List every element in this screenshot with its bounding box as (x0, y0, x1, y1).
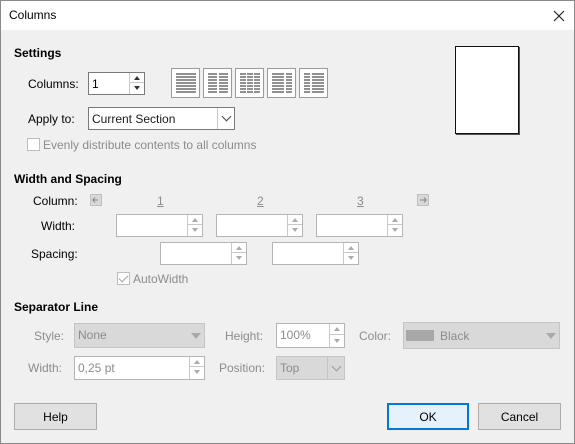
width-column-3-spinner[interactable] (316, 214, 403, 237)
style-value: None (78, 328, 107, 342)
arrow-down-icon (292, 228, 298, 232)
columns-increment[interactable] (130, 73, 144, 83)
arrow-down-icon (134, 86, 140, 90)
position-label: Position: (219, 361, 266, 375)
help-button-label: Help (43, 409, 68, 424)
settings-section-title: Settings (14, 46, 62, 60)
close-button[interactable] (544, 1, 574, 30)
arrow-up-icon (192, 217, 198, 222)
separator-width-value: 0,25 pt (78, 361, 115, 375)
apply-to-dropdown[interactable]: Current Section (88, 107, 235, 130)
layout-3-columns-button[interactable] (235, 68, 264, 98)
color-swatch (406, 330, 434, 341)
dropdown-arrow-icon (190, 332, 201, 339)
arrow-left-icon (92, 197, 98, 203)
autowidth-checkbox[interactable] (117, 272, 130, 285)
arrow-down-icon (334, 338, 340, 343)
layout-left-larger-icon (272, 73, 292, 93)
width-spacing-section-title: Width and Spacing (14, 172, 122, 186)
columns-dialog: Columns Settings Columns: 1 Apply to: Cu… (0, 0, 575, 444)
height-spinner[interactable]: 100% (276, 323, 345, 348)
layout-3-columns-icon (240, 73, 260, 93)
arrow-up-icon (236, 245, 242, 250)
color-label: Color: (359, 329, 392, 343)
columns-value: 1 (92, 77, 99, 91)
width-column-1-spinner[interactable] (116, 214, 203, 237)
layout-1-column-icon (176, 73, 196, 93)
column-number-1: 1 (157, 194, 164, 208)
page-preview (455, 46, 519, 134)
help-button[interactable]: Help (14, 403, 97, 430)
style-label: Style: (34, 329, 65, 343)
evenly-distribute-label: Evenly distribute contents to all column… (43, 138, 257, 152)
spacing-1-spinner[interactable] (160, 242, 247, 265)
color-value: Black (440, 329, 470, 343)
cancel-button[interactable]: Cancel (478, 403, 561, 430)
ok-button-label: OK (419, 409, 437, 424)
arrow-up-icon (194, 359, 200, 364)
width-column-2-spinner[interactable] (216, 214, 303, 237)
arrow-down-icon (348, 256, 354, 260)
spacing-2-spinner[interactable] (272, 242, 359, 265)
dropdown-arrow-icon (545, 332, 556, 339)
chevron-down-icon (331, 361, 341, 371)
arrow-down-icon (192, 228, 198, 232)
separator-width-spinner[interactable]: 0,25 pt (74, 356, 205, 380)
columns-decrement[interactable] (130, 83, 144, 93)
arrow-down-icon (392, 228, 398, 232)
position-value: Top (280, 361, 300, 375)
arrow-up-icon (334, 327, 340, 331)
arrow-up-icon (134, 75, 140, 80)
column-number-2: 2 (257, 194, 264, 208)
columns-label: Columns: (28, 77, 79, 91)
ok-button[interactable]: OK (387, 403, 469, 430)
arrow-up-icon (348, 245, 354, 250)
layout-1-column-button[interactable] (171, 68, 200, 98)
height-label: Height: (225, 329, 264, 343)
layout-2-columns-left-larger-button[interactable] (267, 68, 296, 98)
autowidth-label: AutoWidth (133, 272, 189, 286)
column-next-button[interactable] (417, 194, 429, 206)
layout-right-larger-icon (304, 73, 324, 93)
column-prev-button[interactable] (90, 194, 102, 206)
window-title: Columns (9, 8, 57, 22)
layout-2-columns-button[interactable] (203, 68, 232, 98)
arrow-down-icon (194, 370, 200, 374)
column-number-3: 3 (357, 194, 364, 208)
column-label: Column: (33, 194, 78, 208)
position-dropdown[interactable]: Top (276, 356, 345, 380)
layout-2-columns-right-larger-button[interactable] (299, 68, 328, 98)
height-value: 100% (280, 328, 311, 342)
close-icon (553, 10, 565, 21)
separator-width-label: Width: (28, 361, 63, 375)
arrow-right-icon (420, 197, 427, 203)
evenly-distribute-checkbox[interactable] (27, 138, 40, 151)
layout-2-columns-icon (208, 73, 228, 93)
arrow-down-icon (236, 256, 242, 260)
width-label: Width: (41, 219, 76, 233)
title-bar: Columns (1, 1, 574, 30)
chevron-down-icon (221, 111, 231, 122)
columns-spinner[interactable]: 1 (88, 72, 145, 95)
apply-to-value: Current Section (92, 112, 176, 126)
style-dropdown[interactable]: None (74, 323, 205, 348)
cancel-button-label: Cancel (500, 409, 539, 424)
arrow-up-icon (292, 217, 298, 222)
spacing-label: Spacing: (31, 247, 78, 261)
arrow-up-icon (392, 217, 398, 222)
separator-section-title: Separator Line (14, 300, 99, 314)
apply-to-label: Apply to: (28, 112, 75, 126)
